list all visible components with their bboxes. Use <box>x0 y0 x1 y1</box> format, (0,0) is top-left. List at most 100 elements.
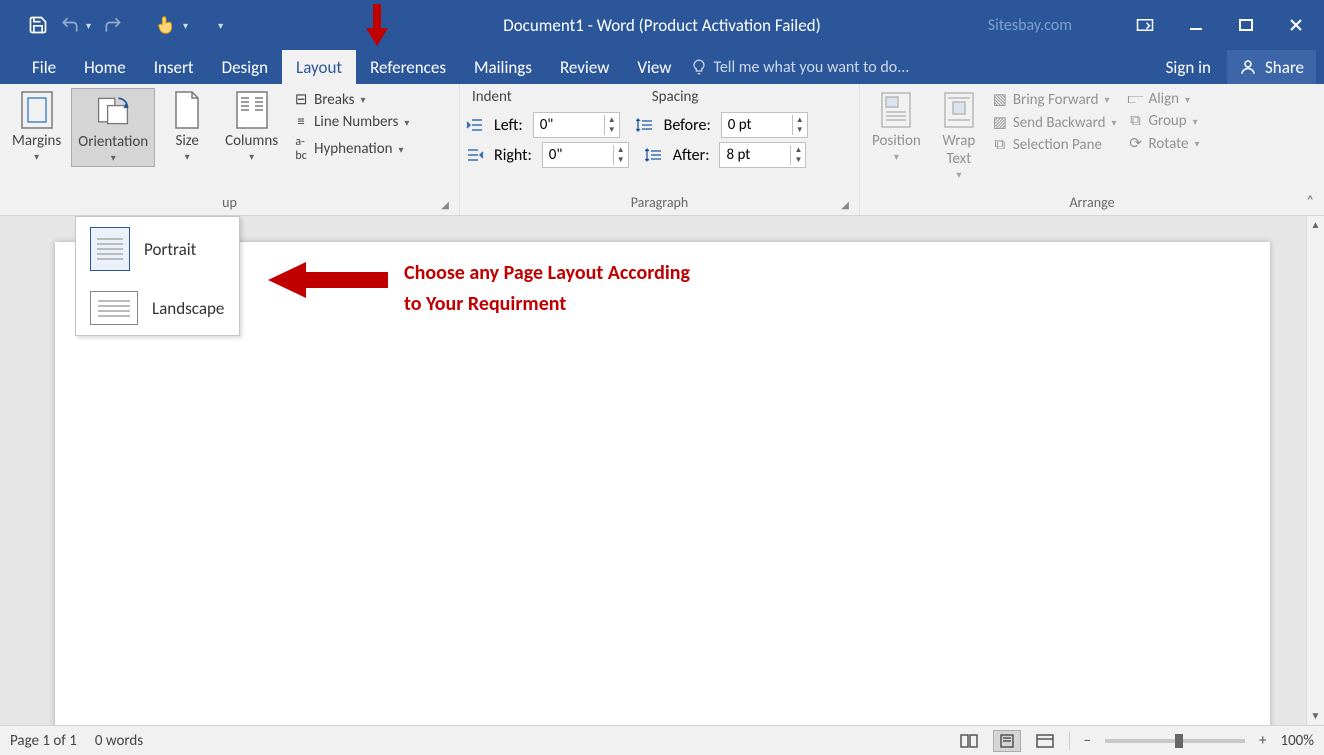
position-button[interactable]: Position ▾ <box>866 88 927 165</box>
spinner-down-icon[interactable]: ▼ <box>791 155 805 165</box>
columns-label: Columns <box>225 132 278 150</box>
spinner-up-icon[interactable]: ▲ <box>791 145 805 155</box>
word-count[interactable]: 0 words <box>95 732 143 750</box>
vertical-scrollbar[interactable]: ▲ ▼ <box>1306 216 1324 725</box>
hyphenation-icon: a-bc <box>292 135 310 163</box>
tab-home[interactable]: Home <box>70 50 140 84</box>
share-label: Share <box>1265 57 1304 78</box>
landscape-label: Landscape <box>152 298 224 319</box>
spinner-up-icon[interactable]: ▲ <box>605 115 619 125</box>
scroll-up-icon[interactable]: ▲ <box>1307 216 1324 234</box>
watermark-text: Sitesbay.com <box>988 16 1072 35</box>
print-layout-icon[interactable] <box>993 730 1021 752</box>
touch-dropdown-icon[interactable]: ▾ <box>183 19 188 32</box>
tab-design[interactable]: Design <box>208 50 282 84</box>
read-mode-icon[interactable] <box>955 731 983 751</box>
hyphenation-button[interactable]: a-bc Hyphenation▾ <box>292 135 409 163</box>
undo-icon[interactable] <box>60 15 80 35</box>
tell-me-search[interactable]: Tell me what you want to do... <box>691 50 909 84</box>
margins-icon <box>19 90 55 130</box>
tell-me-placeholder: Tell me what you want to do... <box>713 58 909 77</box>
align-icon: ⫍ <box>1127 90 1145 108</box>
ribbon: Margins ▾ Orientation ▾ Size ▾ Columns ▾… <box>0 84 1324 216</box>
tab-insert[interactable]: Insert <box>140 50 208 84</box>
spacing-after-spinner[interactable]: ▲▼ <box>719 142 806 168</box>
tab-mailings[interactable]: Mailings <box>460 50 546 84</box>
indent-left-spinner[interactable]: ▲▼ <box>533 112 620 138</box>
breaks-button[interactable]: ⊟ Breaks▾ <box>292 90 409 109</box>
bring-forward-button[interactable]: ▧Bring Forward▾ <box>991 90 1117 109</box>
tab-file[interactable]: File <box>18 50 70 84</box>
margins-button[interactable]: Margins ▾ <box>6 88 67 165</box>
wrap-text-icon <box>941 90 977 130</box>
annotation-arrow-left-icon <box>268 260 388 300</box>
redo-icon[interactable] <box>103 15 123 35</box>
undo-dropdown-icon[interactable]: ▾ <box>86 19 91 32</box>
maximize-icon[interactable] <box>1228 13 1264 37</box>
indent-right-icon <box>466 147 484 163</box>
size-button[interactable]: Size ▾ <box>159 88 215 165</box>
tab-references[interactable]: References <box>356 50 460 84</box>
tab-review[interactable]: Review <box>546 50 623 84</box>
indent-left-input[interactable] <box>534 116 604 134</box>
page-setup-group-label: up ◢ <box>6 194 453 213</box>
indent-right-input[interactable] <box>543 146 613 164</box>
spinner-down-icon[interactable]: ▼ <box>793 125 807 135</box>
title-bar: ▾ ▾ ▾ Document1 - Word (Product Activati… <box>0 0 1324 50</box>
zoom-slider[interactable] <box>1105 739 1245 743</box>
zoom-in-button[interactable]: + <box>1255 730 1270 752</box>
spinner-down-icon[interactable]: ▼ <box>605 125 619 135</box>
touch-mode-icon[interactable] <box>155 14 177 36</box>
spinner-up-icon[interactable]: ▲ <box>614 145 628 155</box>
qat-customize-icon[interactable]: ▾ <box>218 19 223 32</box>
spacing-header: Spacing <box>652 88 699 108</box>
close-icon[interactable] <box>1278 13 1314 37</box>
selection-pane-button[interactable]: ⧉Selection Pane <box>991 136 1117 154</box>
dialog-launcher-icon[interactable]: ◢ <box>841 198 849 211</box>
chevron-down-icon: ▾ <box>185 150 190 163</box>
group-paragraph: Indent Spacing Left: ▲▼ Before: ▲▼ <box>460 84 860 215</box>
send-backward-button[interactable]: ▨Send Backward▾ <box>991 113 1117 132</box>
spacing-after-input[interactable] <box>720 146 790 164</box>
tab-layout[interactable]: Layout <box>282 50 356 84</box>
status-bar: Page 1 of 1 0 words − + 100% <box>0 725 1324 755</box>
spacing-before-input[interactable] <box>722 116 792 134</box>
spacing-before-label: Before: <box>664 116 711 135</box>
dialog-launcher-icon[interactable]: ◢ <box>441 198 449 211</box>
spacing-before-spinner[interactable]: ▲▼ <box>721 112 808 138</box>
save-icon[interactable] <box>28 15 48 35</box>
signin-button[interactable]: Sign in <box>1156 57 1221 78</box>
orientation-button[interactable]: Orientation ▾ <box>71 88 155 167</box>
zoom-slider-thumb[interactable] <box>1175 734 1183 748</box>
align-button[interactable]: ⫍Align▾ <box>1127 90 1200 108</box>
zoom-out-button[interactable]: − <box>1080 730 1095 752</box>
group-button[interactable]: ⧉Group▾ <box>1127 112 1200 130</box>
breaks-label: Breaks <box>314 91 354 109</box>
orientation-landscape-item[interactable]: Landscape <box>76 281 239 335</box>
orientation-portrait-item[interactable]: Portrait <box>76 217 239 281</box>
ribbon-display-icon[interactable] <box>1126 14 1164 36</box>
spinner-down-icon[interactable]: ▼ <box>614 155 628 165</box>
share-button[interactable]: Share <box>1227 50 1316 84</box>
tab-view[interactable]: View <box>623 50 685 84</box>
spinner-up-icon[interactable]: ▲ <box>793 115 807 125</box>
zoom-percentage[interactable]: 100% <box>1280 732 1314 750</box>
line-numbers-button[interactable]: ≡ Line Numbers▾ <box>292 113 409 131</box>
indent-right-spinner[interactable]: ▲▼ <box>542 142 629 168</box>
rotate-button[interactable]: ⟳Rotate▾ <box>1127 134 1200 153</box>
rotate-icon: ⟳ <box>1127 134 1145 153</box>
columns-button[interactable]: Columns ▾ <box>219 88 284 165</box>
wrap-text-button[interactable]: Wrap Text ▾ <box>931 88 987 183</box>
page-indicator[interactable]: Page 1 of 1 <box>10 732 77 750</box>
collapse-ribbon-icon[interactable]: ˄ <box>1306 192 1314 209</box>
margins-label: Margins <box>12 132 61 150</box>
minimize-icon[interactable] <box>1178 13 1214 37</box>
scroll-down-icon[interactable]: ▼ <box>1307 707 1324 725</box>
group-icon: ⧉ <box>1127 112 1145 130</box>
arrange-group-label: Arrange <box>866 194 1318 213</box>
quick-access-toolbar: ▾ ▾ ▾ <box>0 14 223 36</box>
portrait-thumb-icon <box>90 227 130 271</box>
selection-pane-icon: ⧉ <box>991 136 1009 154</box>
web-layout-icon[interactable] <box>1031 731 1059 751</box>
scroll-track[interactable] <box>1307 234 1324 707</box>
